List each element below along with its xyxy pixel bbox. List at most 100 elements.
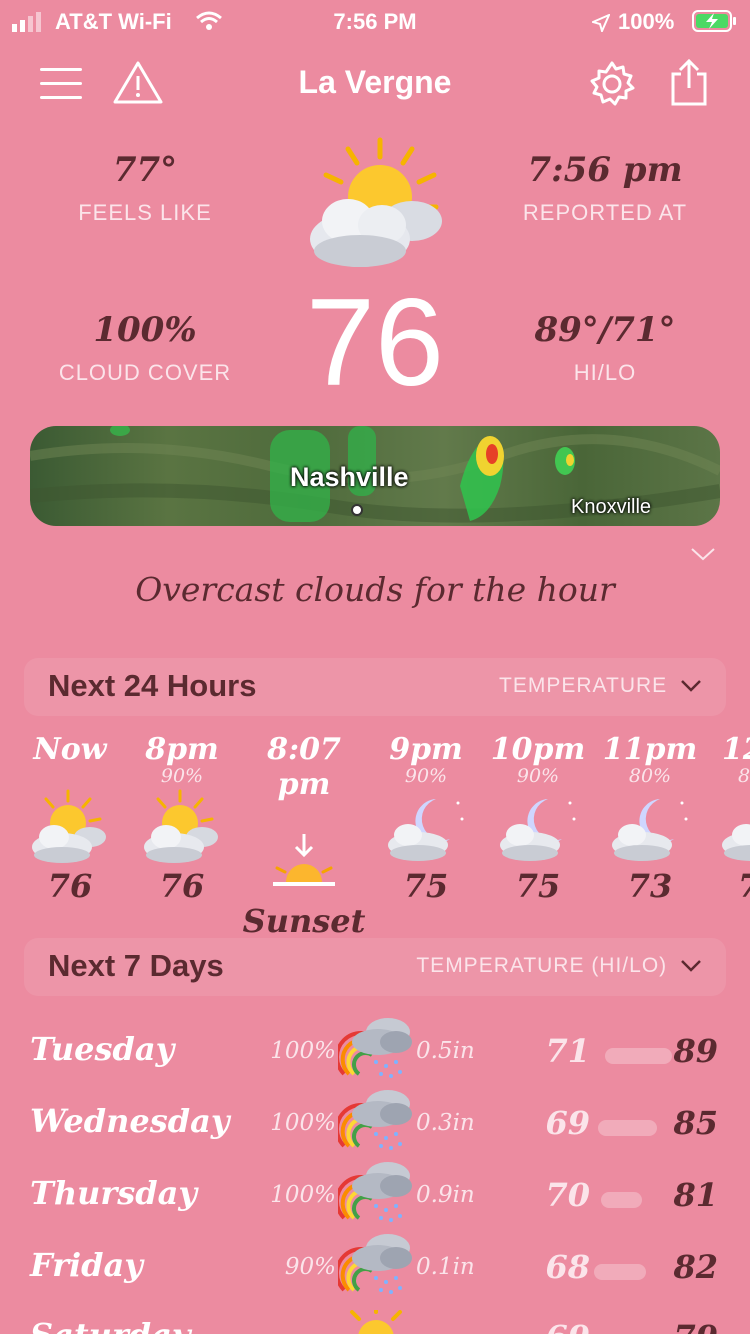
day-precip-amount: 0.5in <box>416 1038 475 1064</box>
daily-selector-label: TEMPERATURE (HI/LO) <box>416 954 668 977</box>
hourly-summary: Overcast clouds for the hour <box>135 570 615 609</box>
day-low: 69 <box>530 1318 590 1334</box>
day-precip: 90% <box>284 1254 336 1280</box>
day-low: 70 <box>545 1176 590 1214</box>
current-temperature: 76 <box>306 274 444 412</box>
hour-precip: 90% <box>160 765 204 787</box>
cloudy-night-icon <box>366 789 486 867</box>
map-label-knoxville: Knoxville <box>571 496 652 518</box>
hour-time: 8pm <box>145 732 219 767</box>
feels-like-label: FEELS LIKE <box>78 200 212 225</box>
hour-item: 9pm 90% 75 <box>366 732 486 905</box>
day-precip-amount: 0.1in <box>416 1254 475 1280</box>
hour-value: Sunset <box>242 902 366 940</box>
hour-time: Now <box>33 732 107 767</box>
share-icon <box>671 58 707 106</box>
hourly-selector-label: TEMPERATURE <box>499 674 668 697</box>
gear-icon <box>590 61 635 106</box>
cloudy-night-icon <box>700 789 750 867</box>
share-button[interactable] <box>668 58 710 108</box>
rain-rainbow-icon <box>334 1084 414 1154</box>
day-high: 89 <box>673 1032 718 1070</box>
hour-precip <box>239 802 369 824</box>
battery-icon <box>692 10 738 38</box>
hour-value: 72 <box>700 867 750 902</box>
location-dot <box>351 504 363 516</box>
day-high: 85 <box>673 1104 718 1142</box>
hour-value: 75 <box>403 867 449 905</box>
day-row[interactable]: Saturday 69 79 <box>0 1310 750 1334</box>
day-name: Saturday <box>30 1316 190 1334</box>
day-name: Friday <box>30 1246 143 1284</box>
hour-item: 10pm 90% 75 <box>478 732 598 905</box>
sunny-icon <box>338 1310 414 1334</box>
location-arrow-icon <box>590 12 611 38</box>
expand-chevron-icon[interactable] <box>690 546 716 566</box>
day-precip: 100% <box>270 1110 336 1136</box>
hour-item: 8:07 pm Sunset <box>239 732 369 940</box>
rain-rainbow-icon <box>334 1228 414 1298</box>
day-row[interactable]: Wednesday 100% 0.3in 69 85 <box>0 1090 750 1156</box>
hour-value: 76 <box>159 867 205 905</box>
daily-metric-selector[interactable]: TEMPERATURE (HI/LO) <box>416 954 702 978</box>
feels-like-value: 77° <box>112 150 178 190</box>
daily-title: Next 7 Days <box>48 948 224 983</box>
day-precip: 100% <box>270 1182 336 1208</box>
hourly-section-header: Next 24 Hours TEMPERATURE <box>24 658 726 716</box>
hour-item: Now 76 <box>10 732 130 905</box>
hour-precip <box>10 767 130 789</box>
hourly-title: Next 24 Hours <box>48 668 257 703</box>
radar-map[interactable]: Nashville Knoxville <box>30 426 720 526</box>
reported-time-value: 7:56 pm <box>527 150 683 190</box>
cloud-cover-label: CLOUD COVER <box>58 360 232 385</box>
hour-time: 10pm <box>490 732 586 767</box>
day-low: 69 <box>545 1104 590 1142</box>
cloudy-night-icon <box>590 789 710 867</box>
chevron-down-icon <box>681 680 701 693</box>
day-precip: 100% <box>270 1038 336 1064</box>
hour-time: 8:07 pm <box>267 732 341 802</box>
battery-percent: 100% <box>618 9 675 34</box>
status-bar: AT&T Wi-Fi 7:56 PM 100% <box>0 0 750 44</box>
day-low: 68 <box>545 1248 590 1286</box>
day-precip-amount: 0.3in <box>416 1110 475 1136</box>
hour-time: 12am <box>722 732 750 767</box>
day-row[interactable]: Thursday 100% 0.9in 70 81 <box>0 1162 750 1228</box>
chevron-down-icon <box>681 960 701 973</box>
hour-precip: 90% <box>516 765 560 787</box>
day-high: 79 <box>636 1318 718 1334</box>
partly-cloudy-icon <box>300 135 450 275</box>
hour-item-clipped: 12am 80% 72 <box>700 732 750 902</box>
sunset-icon <box>239 824 369 902</box>
day-low: 71 <box>545 1032 590 1070</box>
reported-at-label: REPORTED AT <box>522 200 688 225</box>
partly-cloudy-icon <box>10 789 130 867</box>
cloudy-night-icon <box>478 789 598 867</box>
settings-button[interactable] <box>588 60 636 108</box>
hilo-value: 89°/71° <box>534 310 676 350</box>
cloud-cover-value: 100% <box>93 310 197 350</box>
day-name: Thursday <box>30 1174 197 1212</box>
day-high: 82 <box>673 1248 718 1286</box>
rain-rainbow-icon <box>334 1156 414 1226</box>
day-name: Wednesday <box>30 1102 230 1140</box>
hour-time: 11pm <box>602 732 698 767</box>
hour-item: 8pm 90% 76 <box>122 732 242 905</box>
page-title: La Vergne <box>298 64 452 100</box>
hour-item: 11pm 80% 73 <box>590 732 710 905</box>
hour-precip: 80% <box>628 765 672 787</box>
hour-value: 73 <box>627 867 673 905</box>
daily-section-header: Next 7 Days TEMPERATURE (HI/LO) <box>24 938 726 996</box>
partly-cloudy-icon <box>122 789 242 867</box>
day-name: Tuesday <box>30 1030 175 1068</box>
hour-value: 75 <box>515 867 561 905</box>
day-precip-amount: 0.9in <box>416 1182 475 1208</box>
day-row[interactable]: Friday 90% 0.1in 68 82 <box>0 1234 750 1300</box>
hour-precip: 80% <box>738 765 750 787</box>
day-high: 81 <box>673 1176 718 1214</box>
hilo-label: HI/LO <box>573 360 637 385</box>
hourly-metric-selector[interactable]: TEMPERATURE <box>499 674 702 698</box>
map-label-nashville: Nashville <box>290 462 409 492</box>
day-row[interactable]: Tuesday 100% 0.5in 71 89 <box>0 1018 750 1084</box>
hour-precip: 90% <box>404 765 448 787</box>
